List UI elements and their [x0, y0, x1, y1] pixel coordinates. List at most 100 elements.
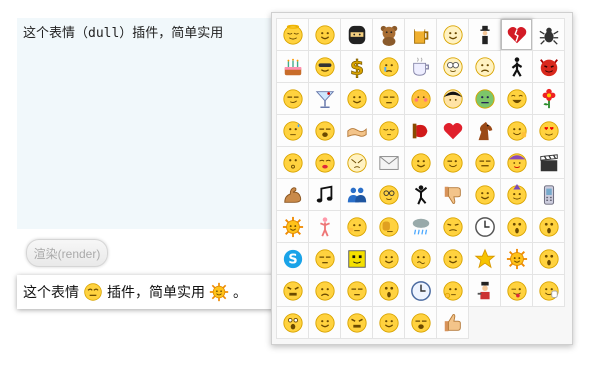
emoticon-cell[interactable] — [373, 307, 405, 339]
emoticon-cell[interactable] — [277, 115, 309, 147]
emoticon-cell[interactable] — [341, 19, 373, 51]
emoticon-cell[interactable] — [373, 51, 405, 83]
emoticon-cell[interactable] — [405, 307, 437, 339]
emoticon-cell[interactable] — [501, 19, 533, 51]
emoticon-cell[interactable] — [437, 275, 469, 307]
emoticon-picker-panel: $ S — [271, 12, 573, 345]
emoticon-cell[interactable] — [501, 179, 533, 211]
emoticon-cell[interactable] — [341, 275, 373, 307]
emoticon-cell[interactable] — [277, 179, 309, 211]
emoticon-cell[interactable] — [469, 179, 501, 211]
emoticon-cell[interactable] — [405, 211, 437, 243]
emoticon-cell[interactable] — [405, 115, 437, 147]
sun-face-icon — [209, 282, 229, 302]
emoticon-cell[interactable] — [341, 115, 373, 147]
emoticon-cell[interactable] — [373, 147, 405, 179]
emoticon-cell[interactable] — [405, 275, 437, 307]
emoticon-cell[interactable] — [501, 83, 533, 115]
emoticon-cell[interactable] — [341, 307, 373, 339]
emoticon-cell[interactable] — [341, 211, 373, 243]
emoticon-cell[interactable] — [277, 275, 309, 307]
emoticon-cell[interactable] — [469, 147, 501, 179]
worried-face-icon — [314, 280, 336, 302]
waving-face-icon — [538, 280, 560, 302]
emoticon-cell[interactable] — [277, 83, 309, 115]
emoticon-cell[interactable] — [533, 115, 565, 147]
emoticon-cell[interactable] — [373, 211, 405, 243]
ninja-icon — [346, 24, 368, 46]
emoticon-cell[interactable] — [373, 243, 405, 275]
emoticon-cell[interactable] — [309, 147, 341, 179]
emoticon-cell[interactable] — [309, 51, 341, 83]
emoticon-cell[interactable]: S — [277, 243, 309, 275]
emoticon-cell[interactable] — [437, 243, 469, 275]
emoticon-cell[interactable]: $ — [341, 51, 373, 83]
emoticon-cell[interactable] — [533, 83, 565, 115]
emoticon-cell[interactable] — [469, 51, 501, 83]
emoticon-cell[interactable] — [309, 211, 341, 243]
emoticon-cell[interactable] — [437, 179, 469, 211]
render-button[interactable]: 渲染(render) — [26, 239, 108, 267]
emoticon-cell[interactable] — [501, 115, 533, 147]
emoticon-cell[interactable] — [309, 83, 341, 115]
text-editor[interactable]: 这个表情（dull）插件，简单实用 — [17, 18, 279, 229]
emoticon-cell[interactable] — [469, 243, 501, 275]
emoticon-cell[interactable] — [501, 147, 533, 179]
emoticon-cell[interactable] — [341, 179, 373, 211]
emoticon-cell[interactable] — [469, 83, 501, 115]
emoticon-cell[interactable] — [277, 51, 309, 83]
emoticon-cell[interactable] — [501, 51, 533, 83]
emoticon-cell[interactable] — [533, 179, 565, 211]
emoticon-cell[interactable] — [533, 51, 565, 83]
emoticon-cell[interactable] — [405, 243, 437, 275]
emoticon-cell[interactable] — [437, 147, 469, 179]
emoticon-cell[interactable] — [437, 115, 469, 147]
emoticon-cell[interactable] — [533, 147, 565, 179]
emoticon-cell[interactable] — [309, 307, 341, 339]
emoticon-cell[interactable] — [437, 19, 469, 51]
emoticon-cell[interactable] — [533, 243, 565, 275]
emoticon-cell[interactable] — [309, 243, 341, 275]
emoticon-cell[interactable] — [373, 83, 405, 115]
emoticon-cell[interactable] — [469, 211, 501, 243]
emoticon-cell[interactable] — [405, 19, 437, 51]
emoticon-cell[interactable] — [437, 307, 469, 339]
emoticon-cell[interactable] — [501, 275, 533, 307]
emoticon-cell[interactable] — [437, 83, 469, 115]
emoticon-cell[interactable] — [277, 19, 309, 51]
emoticon-cell[interactable] — [277, 307, 309, 339]
music-note-icon — [314, 184, 336, 206]
emoticon-cell[interactable] — [533, 211, 565, 243]
dancing-figure-icon — [410, 184, 432, 206]
emoticon-cell[interactable] — [469, 115, 501, 147]
sick-face-icon — [474, 88, 496, 110]
emoticon-cell[interactable] — [309, 275, 341, 307]
emoticon-cell[interactable] — [277, 211, 309, 243]
emoticon-cell[interactable] — [373, 115, 405, 147]
emoticon-cell[interactable] — [405, 83, 437, 115]
emoticon-cell[interactable] — [501, 211, 533, 243]
emoticon-cell[interactable] — [309, 115, 341, 147]
emoticon-cell[interactable] — [373, 275, 405, 307]
worried-icon — [314, 24, 336, 46]
emoticon-cell[interactable] — [533, 19, 565, 51]
emoticon-cell[interactable] — [341, 147, 373, 179]
emoticon-cell[interactable] — [437, 51, 469, 83]
emoticon-cell[interactable] — [469, 19, 501, 51]
emoticon-cell[interactable] — [501, 243, 533, 275]
surprised-face-icon — [378, 280, 400, 302]
emoticon-cell[interactable] — [533, 275, 565, 307]
emoticon-cell[interactable] — [373, 19, 405, 51]
emoticon-cell[interactable] — [341, 243, 373, 275]
emoticon-cell[interactable] — [405, 51, 437, 83]
emoticon-cell[interactable] — [309, 179, 341, 211]
emoticon-cell[interactable] — [341, 83, 373, 115]
emoticon-cell[interactable] — [309, 19, 341, 51]
emoticon-cell[interactable] — [437, 211, 469, 243]
emoticon-cell[interactable] — [405, 179, 437, 211]
smug-face-icon — [282, 88, 304, 110]
emoticon-cell[interactable] — [405, 147, 437, 179]
emoticon-cell[interactable] — [277, 147, 309, 179]
emoticon-cell[interactable] — [469, 275, 501, 307]
emoticon-cell[interactable] — [373, 179, 405, 211]
